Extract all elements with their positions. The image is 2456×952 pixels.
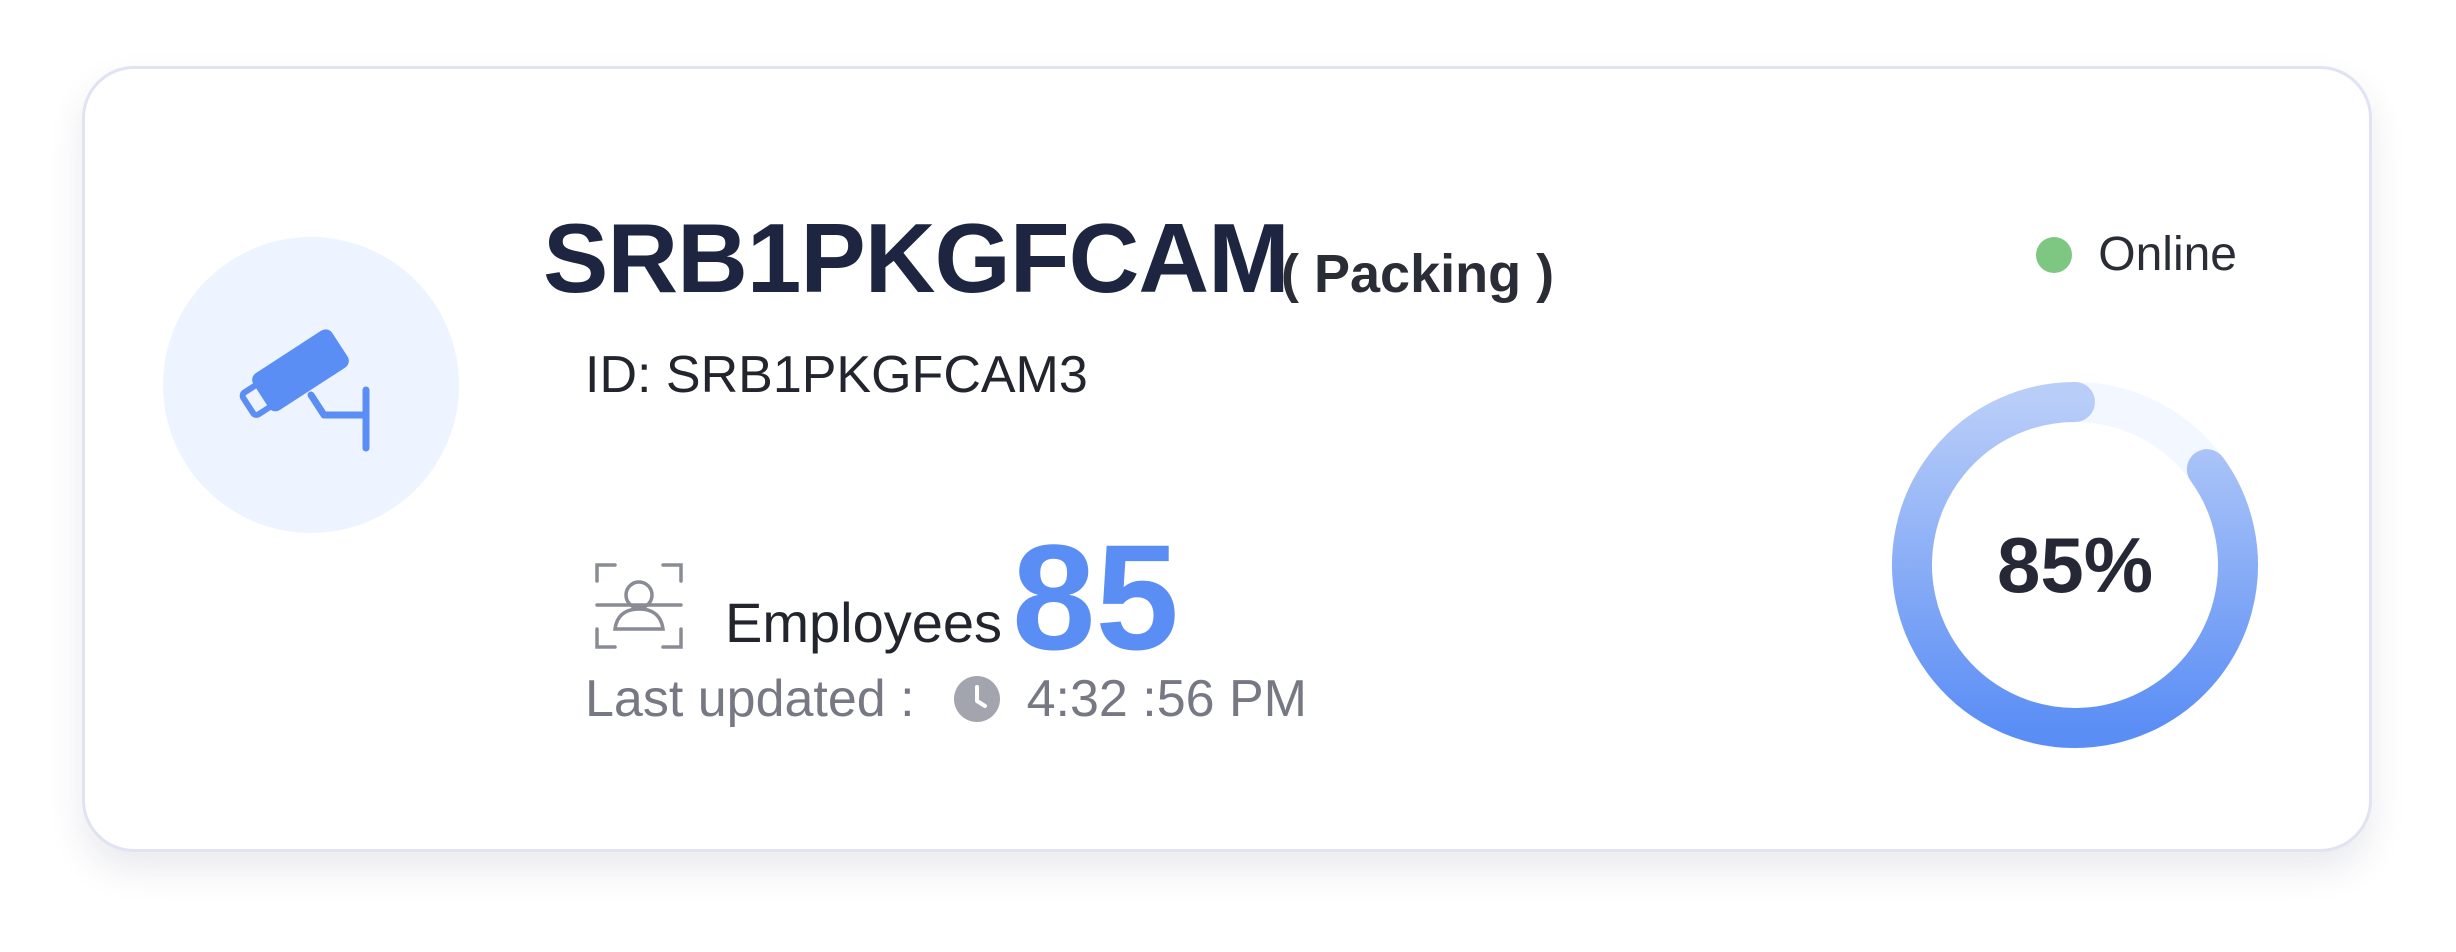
camera-id: ID: SRB1PKGFCAM3 <box>585 346 1088 404</box>
camera-zone: ( Packing ) <box>1281 244 1555 304</box>
employees-label: Employees <box>725 591 1003 654</box>
gauge-percent-label: 85% <box>1996 520 2154 609</box>
percent-gauge: 85% <box>1889 379 2261 751</box>
employee-count-row: Employees 85 <box>593 509 1179 681</box>
camera-card[interactable]: SRB1PKGFCAM ( Packing ) Online ID: SRB1P… <box>82 66 2372 852</box>
last-updated: Last updated : 4:32 :56 PM <box>585 673 1307 725</box>
face-scan-icon <box>595 563 683 649</box>
camera-name: SRB1PKGFCAM <box>543 203 1290 313</box>
employees-count: 85 <box>1012 513 1179 681</box>
last-updated-label: Last updated : <box>585 670 915 728</box>
status-dot-icon <box>2036 237 2073 273</box>
status-indicator: Online <box>2036 231 2237 279</box>
last-updated-time: 4:32 :56 PM <box>1026 670 1307 728</box>
camera-avatar <box>163 237 459 533</box>
clock-icon <box>953 676 1000 722</box>
status-text: Online <box>2098 228 2237 281</box>
security-camera-icon <box>239 329 370 452</box>
